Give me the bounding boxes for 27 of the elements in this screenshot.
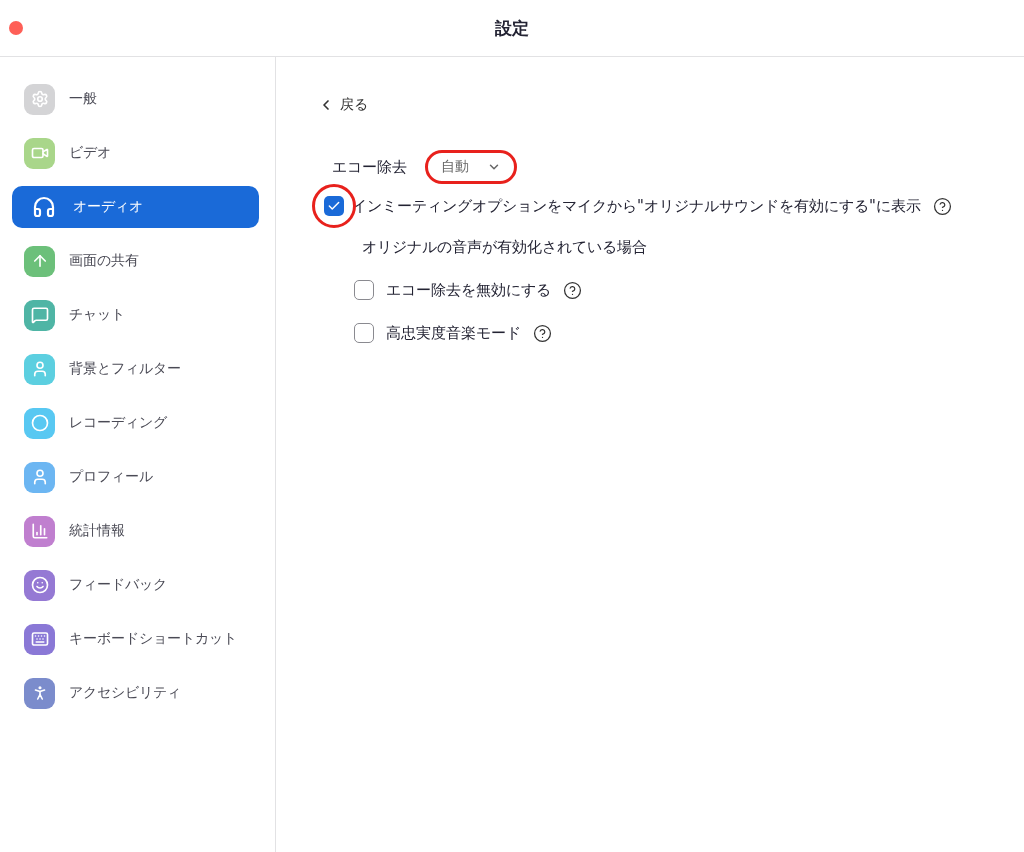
sidebar-item[interactable]: レコーディング xyxy=(12,402,259,444)
help-icon[interactable] xyxy=(533,323,552,343)
checkbox-label: エコー除去を無効にする xyxy=(386,280,551,300)
checkbox[interactable] xyxy=(354,280,374,300)
setting-label: エコー除去 xyxy=(332,157,407,177)
checkbox-label: 高忠実度音楽モード xyxy=(386,323,521,343)
echo-dropdown[interactable]: 自動 xyxy=(429,154,513,180)
sidebar-item[interactable]: チャット xyxy=(12,294,259,336)
sidebar-item[interactable]: フィードバック xyxy=(12,564,259,606)
sidebar-item[interactable]: オーディオ xyxy=(12,186,259,228)
sidebar-item[interactable]: 背景とフィルター xyxy=(12,348,259,390)
sidebar-item[interactable]: 画面の共有 xyxy=(12,240,259,282)
window-title: 設定 xyxy=(495,16,529,40)
sidebar-item[interactable]: 統計情報 xyxy=(12,510,259,552)
check-icon xyxy=(327,199,341,213)
sidebar-item[interactable]: キーボードショートカット xyxy=(12,618,259,660)
section-heading: オリジナルの音声が有効化されている場合 xyxy=(362,238,648,257)
back-link[interactable]: 戻る xyxy=(318,96,1024,114)
sidebar-item[interactable]: プロフィール xyxy=(12,456,259,498)
sidebar-item[interactable]: ビデオ xyxy=(12,132,259,174)
close-button[interactable] xyxy=(9,21,23,35)
help-icon[interactable] xyxy=(563,280,582,300)
checkbox[interactable] xyxy=(324,196,344,216)
sidebar-item[interactable]: 一般 xyxy=(12,78,259,120)
help-icon[interactable] xyxy=(932,196,952,216)
checkbox[interactable] xyxy=(354,323,374,343)
sidebar-item[interactable]: アクセシビリティ xyxy=(12,672,259,714)
